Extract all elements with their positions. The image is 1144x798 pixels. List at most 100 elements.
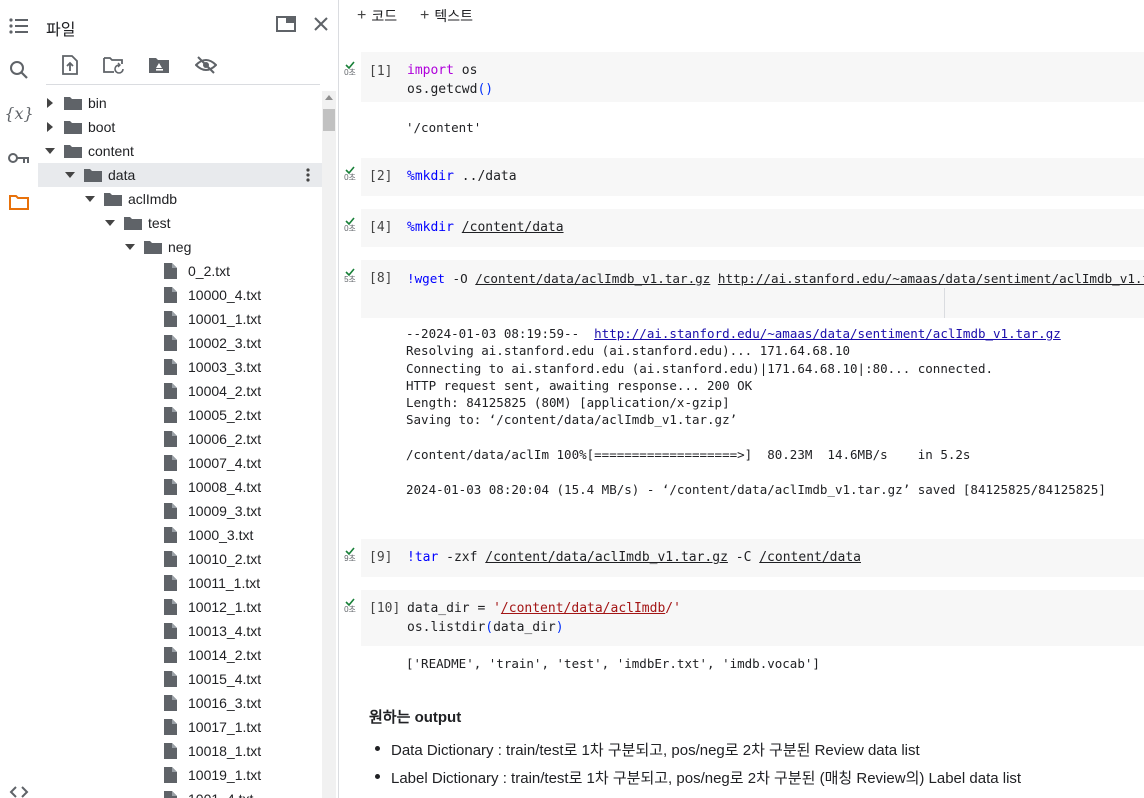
tree-file-row[interactable]: 10012_1.txt <box>38 595 322 619</box>
cell-code[interactable]: import os os.getcwd() <box>407 61 493 99</box>
tree-file-row[interactable]: 10000_4.txt <box>38 283 322 307</box>
variables-icon[interactable]: {x} <box>4 101 33 125</box>
tree-file-row[interactable]: 1001_4.txt <box>38 787 322 798</box>
exec-count: [1] <box>369 64 393 79</box>
tree-folder-row[interactable]: content <box>38 139 322 163</box>
panel-title: 파일 <box>46 22 76 39</box>
tree-folder-row[interactable]: test <box>38 211 322 235</box>
tree-item-label: 10005_2.txt <box>188 407 262 423</box>
code-cell[interactable]: [9] !tar -zxf /content/data/aclImdb_v1.t… <box>361 539 1144 577</box>
tree-folder-row[interactable]: bin <box>38 91 322 115</box>
tree-file-row[interactable]: 10018_1.txt <box>38 739 322 763</box>
tree-file-row[interactable]: 10014_2.txt <box>38 643 322 667</box>
more-vert-icon[interactable] <box>300 167 316 183</box>
tree-folder-row[interactable]: data <box>38 163 322 187</box>
caret-down-icon[interactable] <box>104 217 116 229</box>
code-cell[interactable]: [8] !wget -O /content/data/aclImdb_v1.ta… <box>361 260 1144 318</box>
tree-item-label: bin <box>88 95 107 111</box>
caret-down-icon[interactable] <box>124 241 136 253</box>
cell-code[interactable]: data_dir = '/content/data/aclImdb/' os.l… <box>407 599 681 637</box>
file-icon <box>164 527 182 543</box>
cell-code[interactable]: %mkdir ../data <box>407 167 517 186</box>
tree-file-row[interactable]: 10016_3.txt <box>38 691 322 715</box>
exec-count: [9] <box>369 550 393 565</box>
tree-file-row[interactable]: 10005_2.txt <box>38 403 322 427</box>
tree-file-row[interactable]: 0_2.txt <box>38 259 322 283</box>
cell-code[interactable]: %mkdir /content/data <box>407 218 564 237</box>
code-cell[interactable]: [1] import os os.getcwd() <box>361 52 1144 102</box>
tree-file-row[interactable]: 1000_3.txt <box>38 523 322 547</box>
list-item: Label Dictionary : train/test로 1차 구분되고, … <box>374 767 1021 788</box>
tree-file-row[interactable]: 10015_4.txt <box>38 667 322 691</box>
cell-run-status[interactable]: 5초 <box>339 268 361 285</box>
tree-file-row[interactable]: 10017_1.txt <box>38 715 322 739</box>
search-icon[interactable] <box>7 58 31 82</box>
tree-item-label: 10011_1.txt <box>188 575 261 591</box>
caret-down-icon[interactable] <box>44 145 56 157</box>
tree-file-row[interactable]: 10011_1.txt <box>38 571 322 595</box>
close-icon[interactable] <box>309 12 333 36</box>
cell-run-status[interactable]: 0초 <box>339 166 361 183</box>
tree-file-row[interactable]: 10003_3.txt <box>38 355 322 379</box>
tree-file-row[interactable]: 10013_4.txt <box>38 619 322 643</box>
tree-item-label: neg <box>168 239 192 255</box>
refresh-folder-icon[interactable] <box>102 53 126 77</box>
tree-item-label: 10009_3.txt <box>188 503 262 519</box>
file-tree-scrollbar[interactable] <box>322 91 336 798</box>
caret-right-icon[interactable] <box>44 121 56 133</box>
folder-icon <box>64 119 82 135</box>
tree-file-row[interactable]: 10004_2.txt <box>38 379 322 403</box>
caret-down-icon[interactable] <box>84 193 96 205</box>
cell-run-status[interactable]: 0초 <box>339 61 361 78</box>
file-icon <box>164 719 182 735</box>
key-icon[interactable] <box>7 146 31 170</box>
upload-file-icon[interactable] <box>58 53 82 77</box>
code-cell[interactable]: [10] data_dir = '/content/data/aclImdb/'… <box>361 590 1144 646</box>
cell-code[interactable]: !tar -zxf /content/data/aclImdb_v1.tar.g… <box>407 548 861 567</box>
caret-down-icon[interactable] <box>64 169 76 181</box>
tree-item-label: 10010_2.txt <box>188 551 262 567</box>
mount-drive-icon[interactable] <box>147 53 171 77</box>
tree-file-row[interactable]: 10010_2.txt <box>38 547 322 571</box>
tree-folder-row[interactable]: boot <box>38 115 322 139</box>
file-icon <box>164 383 182 399</box>
exec-count: [10] <box>369 601 401 616</box>
cell-code[interactable]: !wget -O /content/data/aclImdb_v1.tar.gz… <box>407 269 1144 288</box>
tree-item-label: 10014_2.txt <box>188 647 262 663</box>
tree-item-label: 1001_4.txt <box>188 791 253 798</box>
add-text-button[interactable]: + 텍스트 <box>420 6 473 26</box>
hide-files-icon[interactable] <box>194 53 218 77</box>
tree-file-row[interactable]: 10002_3.txt <box>38 331 322 355</box>
tree-file-row[interactable]: 10006_2.txt <box>38 427 322 451</box>
file-icon <box>164 263 182 279</box>
scroll-up-arrow-icon[interactable] <box>325 95 333 100</box>
tree-file-row[interactable]: 10009_3.txt <box>38 499 322 523</box>
cell-run-status[interactable]: 0초 <box>339 217 361 234</box>
code-icon[interactable] <box>7 780 31 798</box>
code-cell[interactable]: [2] %mkdir ../data <box>361 158 1144 196</box>
tree-file-row[interactable]: 10007_4.txt <box>38 451 322 475</box>
tree-folder-row[interactable]: neg <box>38 235 322 259</box>
file-icon <box>164 791 182 798</box>
folder-icon[interactable] <box>7 190 31 214</box>
tree-file-row[interactable]: 10019_1.txt <box>38 763 322 787</box>
cell-run-status[interactable]: 9초 <box>339 547 361 564</box>
file-icon <box>164 767 182 783</box>
add-code-button[interactable]: + 코드 <box>357 6 397 26</box>
code-cell[interactable]: [4] %mkdir /content/data <box>361 209 1144 247</box>
scrollbar-thumb[interactable] <box>323 109 335 131</box>
open-in-tab-icon[interactable] <box>274 12 298 36</box>
tree-folder-row[interactable]: aclImdb <box>38 187 322 211</box>
file-icon <box>164 359 182 375</box>
tree-file-row[interactable]: 10001_1.txt <box>38 307 322 331</box>
caret-right-icon[interactable] <box>44 97 56 109</box>
tree-file-row[interactable]: 10008_4.txt <box>38 475 322 499</box>
menu-icon[interactable] <box>7 14 31 38</box>
output-link[interactable]: http://ai.stanford.edu/~amaas/data/senti… <box>594 326 1061 341</box>
cell-run-status[interactable]: 0초 <box>339 598 361 615</box>
